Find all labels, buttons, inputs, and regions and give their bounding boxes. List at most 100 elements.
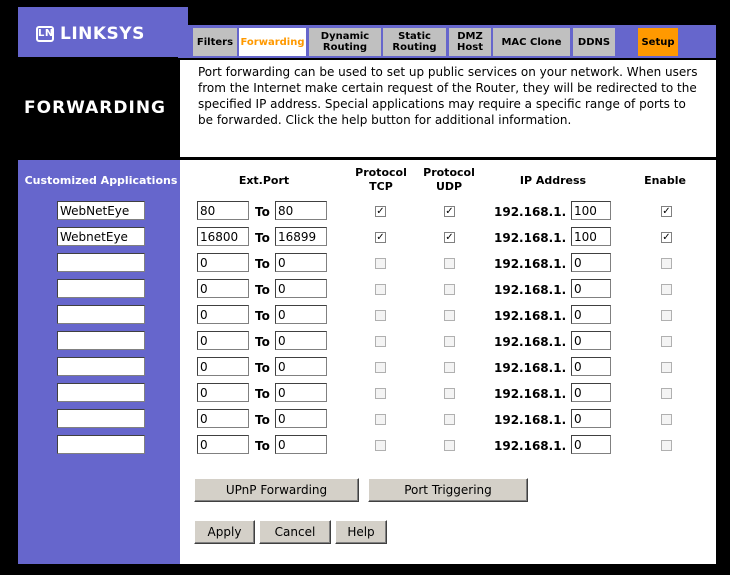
ip-last-octet-input[interactable] (571, 201, 611, 220)
ext-port-to-input[interactable] (275, 279, 327, 298)
ip-last-octet-input[interactable] (571, 227, 611, 246)
ext-port-from-input[interactable] (197, 279, 249, 298)
protocol-udp-checkbox[interactable] (444, 414, 455, 425)
protocol-udp-checkbox[interactable] (444, 440, 455, 451)
app-name-input[interactable] (57, 305, 145, 324)
protocol-tcp-checkbox[interactable] (375, 336, 386, 347)
protocol-udp-checkbox[interactable] (444, 258, 455, 269)
ext-port-to-input[interactable] (275, 305, 327, 324)
protocol-tcp-checkbox[interactable] (375, 414, 386, 425)
enable-checkbox[interactable] (661, 440, 672, 451)
upnp-forwarding-button[interactable]: UPnP Forwarding (194, 478, 359, 502)
ip-prefix-label: 192.168.1. (494, 309, 567, 323)
ip-last-octet-input[interactable] (571, 305, 611, 324)
ext-port-from-input[interactable] (197, 331, 249, 350)
header-protocol-tcp-line2: TCP (369, 180, 393, 193)
enable-checkbox[interactable]: ✓ (661, 232, 672, 243)
ip-last-octet-input[interactable] (571, 279, 611, 298)
ip-prefix-label: 192.168.1. (494, 413, 567, 427)
to-label: To (255, 283, 270, 297)
to-label: To (255, 413, 270, 427)
protocol-udp-checkbox[interactable]: ✓ (444, 206, 455, 217)
protocol-tcp-checkbox[interactable] (375, 362, 386, 373)
protocol-udp-checkbox[interactable] (444, 284, 455, 295)
ext-port-to-input[interactable] (275, 435, 327, 454)
enable-checkbox[interactable] (661, 258, 672, 269)
ip-last-octet-input[interactable] (571, 383, 611, 402)
header-ip-address: IP Address (519, 174, 587, 187)
protocol-tcp-checkbox[interactable] (375, 258, 386, 269)
help-button[interactable]: Help (335, 520, 387, 544)
ip-prefix-label: 192.168.1. (494, 257, 567, 271)
ext-port-from-input[interactable] (197, 383, 249, 402)
ext-port-to-input[interactable] (275, 253, 327, 272)
protocol-udp-checkbox[interactable] (444, 362, 455, 373)
ip-last-octet-input[interactable] (571, 253, 611, 272)
app-name-input[interactable] (57, 435, 145, 454)
tab-dynamic-routing[interactable]: Dynamic Routing (309, 28, 381, 56)
ext-port-from-input[interactable] (197, 201, 249, 220)
ext-port-to-input[interactable] (275, 331, 327, 350)
header-protocol-udp-line2: UDP (435, 180, 463, 193)
protocol-tcp-checkbox[interactable]: ✓ (375, 232, 386, 243)
ip-last-octet-input[interactable] (571, 409, 611, 428)
to-label: To (255, 205, 270, 219)
app-name-input[interactable] (57, 357, 145, 376)
enable-checkbox[interactable] (661, 414, 672, 425)
app-name-input[interactable] (57, 279, 145, 298)
enable-checkbox[interactable] (661, 336, 672, 347)
ext-port-to-input[interactable] (275, 383, 327, 402)
tab-setup[interactable]: Setup (638, 28, 678, 56)
ext-port-to-input[interactable] (275, 227, 327, 246)
tab-ddns[interactable]: DDNS (573, 28, 615, 56)
ip-prefix-label: 192.168.1. (494, 205, 567, 219)
cancel-button[interactable]: Cancel (259, 520, 331, 544)
app-name-input[interactable] (57, 331, 145, 350)
ext-port-from-input[interactable] (197, 435, 249, 454)
app-name-input[interactable] (57, 201, 145, 220)
header-protocol-udp: Protocol UDP (416, 166, 482, 194)
ip-prefix-label: 192.168.1. (494, 335, 567, 349)
protocol-udp-checkbox[interactable] (444, 388, 455, 399)
tab-dmz-host[interactable]: DMZ Host (449, 28, 491, 56)
enable-checkbox[interactable] (661, 388, 672, 399)
enable-checkbox[interactable]: ✓ (661, 206, 672, 217)
ip-prefix-label: 192.168.1. (494, 231, 567, 245)
protocol-tcp-checkbox[interactable] (375, 310, 386, 321)
tab-mac-clone[interactable]: MAC Clone (493, 28, 570, 56)
ext-port-to-input[interactable] (275, 409, 327, 428)
enable-checkbox[interactable] (661, 310, 672, 321)
protocol-tcp-checkbox[interactable] (375, 388, 386, 399)
app-name-input[interactable] (57, 227, 145, 246)
protocol-udp-checkbox[interactable] (444, 310, 455, 321)
protocol-udp-checkbox[interactable] (444, 336, 455, 347)
ext-port-to-input[interactable] (275, 201, 327, 220)
ip-last-octet-input[interactable] (571, 435, 611, 454)
ip-prefix-label: 192.168.1. (494, 439, 567, 453)
ext-port-to-input[interactable] (275, 357, 327, 376)
page-description: Port forwarding can be used to set up pu… (198, 65, 698, 127)
app-name-input[interactable] (57, 409, 145, 428)
app-name-input[interactable] (57, 383, 145, 402)
ip-last-octet-input[interactable] (571, 331, 611, 350)
ext-port-from-input[interactable] (197, 253, 249, 272)
protocol-tcp-checkbox[interactable] (375, 440, 386, 451)
ip-prefix-label: 192.168.1. (494, 361, 567, 375)
app-name-input[interactable] (57, 253, 145, 272)
tab-filters[interactable]: Filters (193, 28, 237, 56)
ext-port-from-input[interactable] (197, 409, 249, 428)
protocol-tcp-checkbox[interactable]: ✓ (375, 206, 386, 217)
enable-checkbox[interactable] (661, 362, 672, 373)
ext-port-from-input[interactable] (197, 357, 249, 376)
protocol-tcp-checkbox[interactable] (375, 284, 386, 295)
enable-checkbox[interactable] (661, 284, 672, 295)
ext-port-from-input[interactable] (197, 227, 249, 246)
ip-last-octet-input[interactable] (571, 357, 611, 376)
protocol-udp-checkbox[interactable]: ✓ (444, 232, 455, 243)
tab-static-routing[interactable]: Static Routing (383, 28, 446, 56)
to-label: To (255, 257, 270, 271)
apply-button[interactable]: Apply (194, 520, 255, 544)
ext-port-from-input[interactable] (197, 305, 249, 324)
tab-forwarding[interactable]: Forwarding (239, 28, 306, 56)
port-triggering-button[interactable]: Port Triggering (368, 478, 528, 502)
